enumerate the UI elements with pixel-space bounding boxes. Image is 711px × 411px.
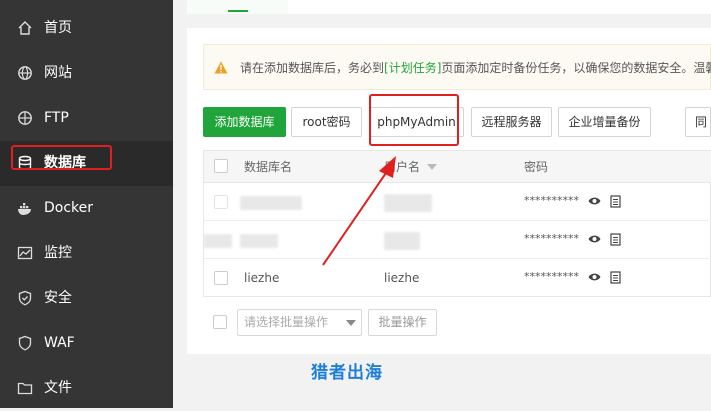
annotation-arrow [322, 156, 396, 266]
watermark-text: 猎者出海 [311, 363, 383, 383]
